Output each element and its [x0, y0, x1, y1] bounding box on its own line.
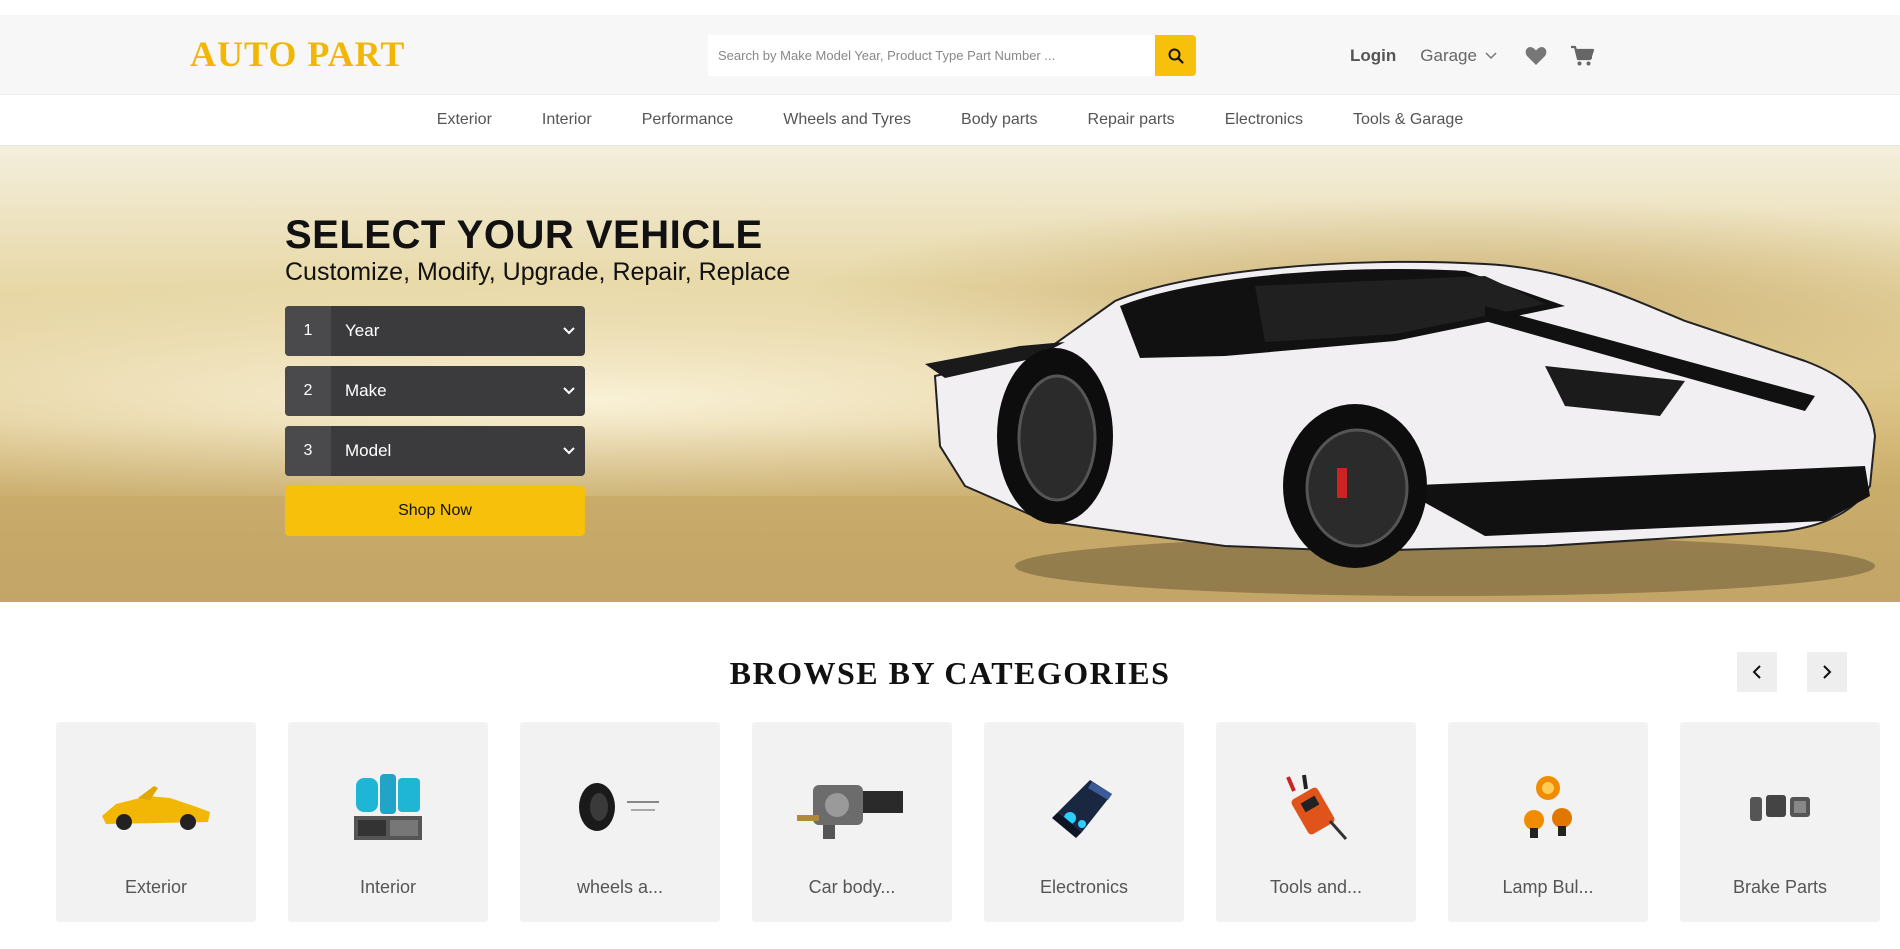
- nav-item-electronics[interactable]: Electronics: [1225, 111, 1303, 129]
- chevron-down-icon: [563, 327, 575, 335]
- nav-item-exterior[interactable]: Exterior: [437, 111, 492, 129]
- category-card-lamp-bulbs[interactable]: Lamp Bul...: [1448, 722, 1648, 922]
- heart-icon: [1525, 46, 1547, 65]
- battery-charger-icon: [1256, 770, 1376, 844]
- category-card-interior[interactable]: Interior: [288, 722, 488, 922]
- cart-button[interactable]: [1569, 44, 1595, 68]
- category-card-label: Electronics: [1039, 877, 1129, 897]
- step-number: 3: [285, 426, 331, 476]
- model-select-label: Model: [345, 441, 392, 460]
- search-input[interactable]: [708, 35, 1155, 76]
- chevron-right-icon: [1823, 665, 1832, 679]
- category-card-exterior[interactable]: Exterior: [56, 722, 256, 922]
- carousel-prev-button[interactable]: [1737, 652, 1777, 692]
- brake-pads-icon: [1720, 770, 1840, 844]
- category-carousel: Exterior Interior wheels a... Car body..…: [0, 722, 1900, 932]
- site-logo[interactable]: AUTO PART: [190, 33, 405, 75]
- nav-item-repair-parts[interactable]: Repair parts: [1088, 111, 1175, 129]
- model-select[interactable]: 3 Model: [285, 426, 585, 476]
- nav-item-interior[interactable]: Interior: [542, 111, 592, 129]
- shop-now-button[interactable]: Shop Now: [285, 486, 585, 536]
- sports-car-icon: [96, 770, 216, 844]
- hero-banner: SELECT YOUR VEHICLE Customize, Modify, U…: [0, 146, 1900, 602]
- category-card-label: wheels a...: [576, 877, 664, 897]
- carburetor-icon: [792, 770, 912, 844]
- category-card-label: Interior: [359, 877, 417, 897]
- sports-car-image: [925, 260, 1877, 596]
- login-link[interactable]: Login: [1350, 46, 1396, 66]
- category-card-label: Brake Parts: [1732, 877, 1828, 897]
- category-nav: Exterior Interior Performance Wheels and…: [0, 95, 1900, 146]
- hero-subtitle: Customize, Modify, Upgrade, Repair, Repl…: [285, 258, 791, 286]
- garage-label: Garage: [1420, 46, 1477, 65]
- lamp-bulb-icon: [1488, 770, 1608, 844]
- chevron-left-icon: [1752, 665, 1761, 679]
- top-strip: [0, 0, 1900, 15]
- category-card-electronics[interactable]: Electronics: [984, 722, 1184, 922]
- seat-cover-icon: [328, 770, 448, 844]
- search-bar: [708, 35, 1196, 76]
- search-button[interactable]: [1155, 35, 1196, 76]
- year-select[interactable]: 1 Year: [285, 306, 585, 356]
- make-select-label: Make: [345, 381, 387, 400]
- category-card-label: Lamp Bul...: [1502, 877, 1594, 897]
- car-charger-icon: [1024, 770, 1144, 844]
- tyre-icon: [560, 770, 680, 844]
- category-card-tools[interactable]: Tools and...: [1216, 722, 1416, 922]
- step-number: 2: [285, 366, 331, 416]
- header-actions: Login Garage: [1350, 44, 1615, 68]
- category-card-wheels[interactable]: wheels a...: [520, 722, 720, 922]
- chevron-down-icon: [563, 447, 575, 455]
- category-card-label: Tools and...: [1269, 877, 1363, 897]
- carousel-next-button[interactable]: [1807, 652, 1847, 692]
- site-header: AUTO PART Login Garage: [0, 15, 1900, 95]
- nav-item-tools-garage[interactable]: Tools & Garage: [1353, 111, 1463, 129]
- chevron-down-icon: [563, 387, 575, 395]
- step-number: 1: [285, 306, 331, 356]
- hero-title: SELECT YOUR VEHICLE: [285, 213, 763, 257]
- nav-item-performance[interactable]: Performance: [642, 111, 734, 129]
- nav-item-body-parts[interactable]: Body parts: [961, 111, 1037, 129]
- browse-title: BROWSE BY CATEGORIES: [729, 655, 1171, 691]
- cart-icon: [1570, 45, 1594, 66]
- make-select[interactable]: 2 Make: [285, 366, 585, 416]
- search-icon: [1168, 48, 1184, 64]
- year-select-label: Year: [345, 321, 380, 340]
- category-card-label: Car body...: [808, 877, 896, 897]
- garage-dropdown[interactable]: Garage: [1420, 46, 1497, 66]
- category-card-label: Exterior: [124, 877, 187, 897]
- category-card-brake-parts[interactable]: Brake Parts: [1680, 722, 1880, 922]
- nav-item-wheels-and-tyres[interactable]: Wheels and Tyres: [783, 111, 911, 129]
- chevron-down-icon: [1485, 52, 1497, 60]
- category-card-car-body[interactable]: Car body...: [752, 722, 952, 922]
- wishlist-button[interactable]: [1523, 44, 1549, 68]
- browse-section-header: BROWSE BY CATEGORIES: [0, 602, 1900, 722]
